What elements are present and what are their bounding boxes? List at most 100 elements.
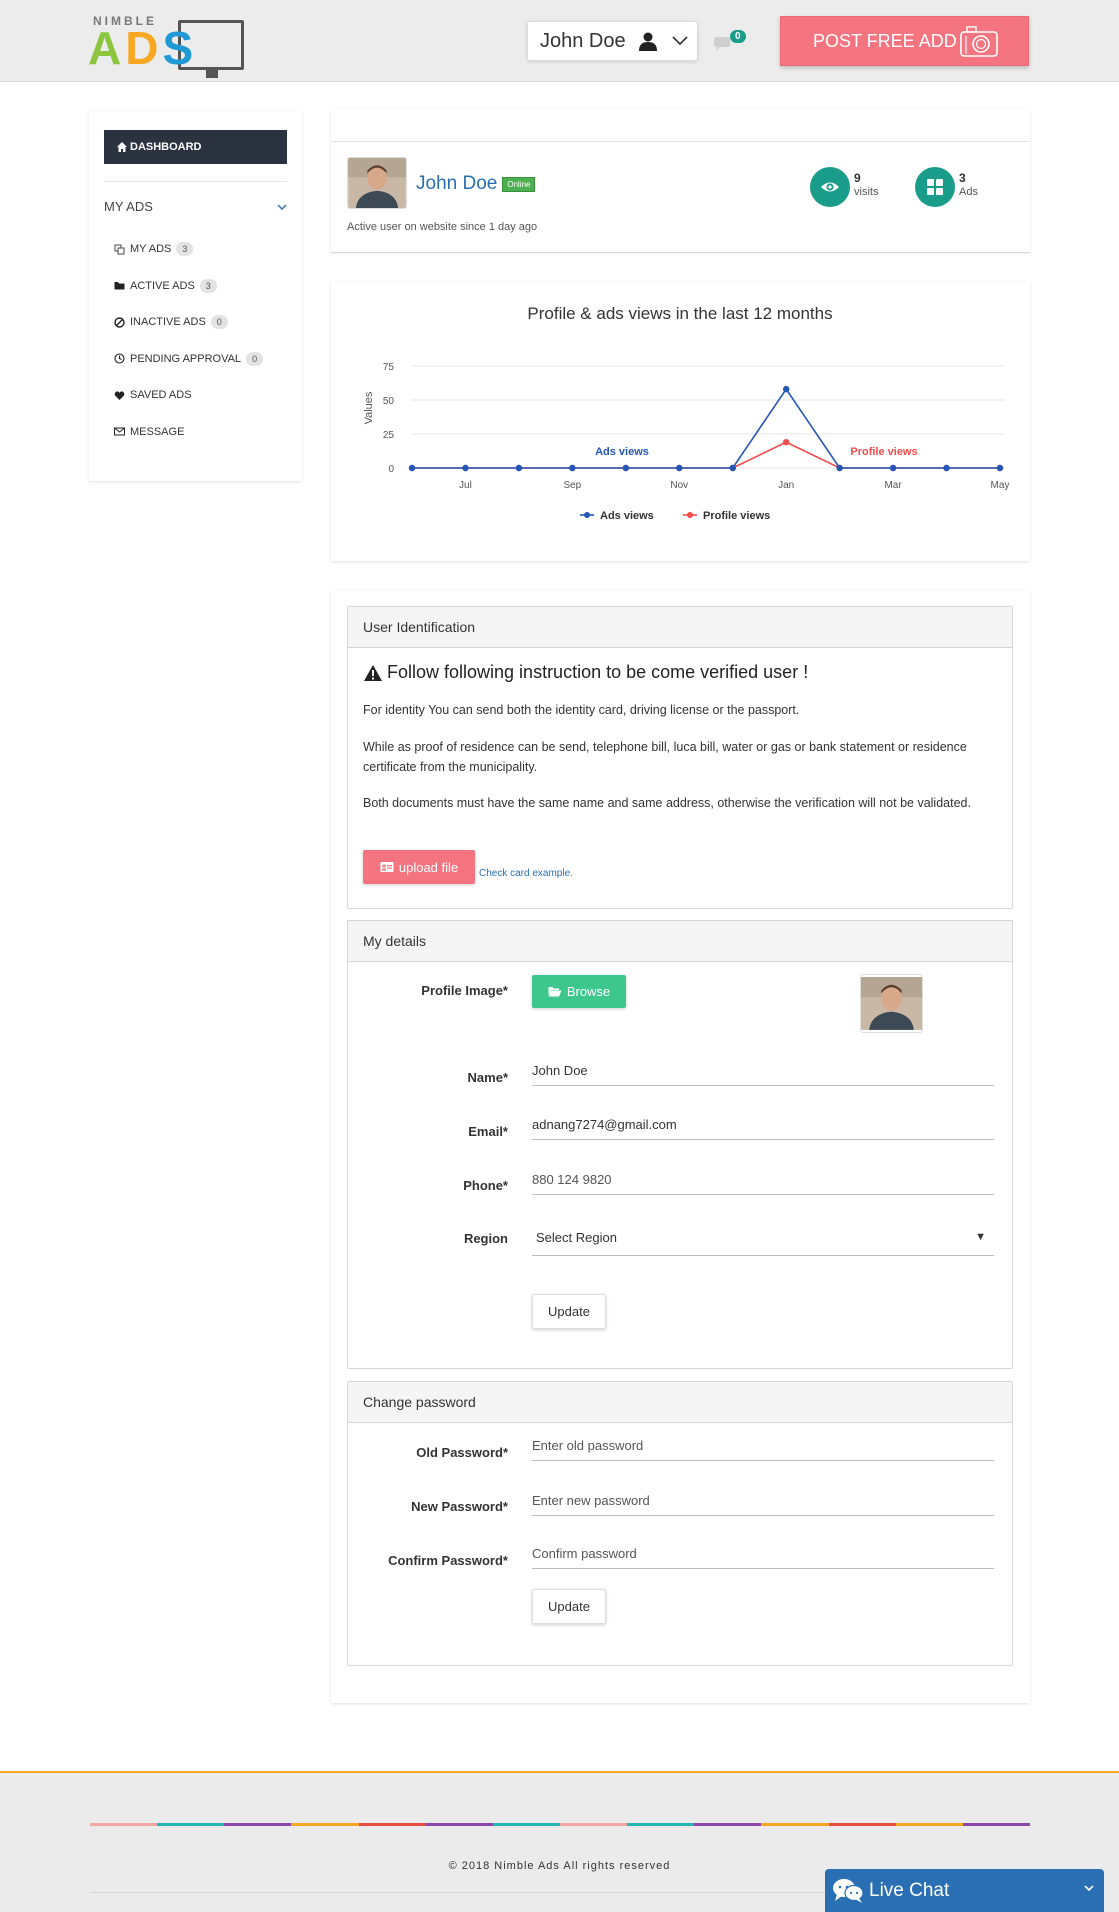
footer-stripe-segment [761, 1823, 829, 1826]
y-tick-label: 50 [383, 396, 395, 407]
chat-notifications[interactable]: 0 [708, 28, 748, 54]
data-point [782, 438, 790, 446]
update-details-button[interactable]: Update [532, 1294, 606, 1329]
ads-stat: 3 Ads [915, 167, 978, 207]
old-password-label: Old Password* [416, 1445, 508, 1460]
count-badge: 3 [176, 242, 194, 257]
sidebar-item-message[interactable]: MESSAGE [114, 414, 263, 451]
dashboard-label: DASHBOARD [130, 141, 202, 153]
forms-card: User Identification Follow following ins… [331, 590, 1030, 1703]
avatar [347, 157, 407, 209]
region-select-value: Select Region [536, 1229, 617, 1245]
post-button-label: POST FREE ADD [813, 30, 957, 51]
legend-label: Ads views [600, 510, 654, 522]
footer-stripe-segment [291, 1823, 359, 1826]
profile-divider [331, 252, 1030, 253]
footer-stripe-segment [224, 1823, 292, 1826]
footer-stripe-segment [828, 1823, 896, 1826]
y-tick-label: 0 [388, 464, 394, 475]
email-field[interactable] [532, 1110, 994, 1140]
chevron-down-icon [672, 36, 688, 46]
warning-text: Follow following instruction to be come … [387, 662, 809, 682]
sidebar-menu: MY ADS 3 ACTIVE ADS 3 INACTIVE ADS 0 PEN… [114, 231, 264, 451]
ads-label: Ads [959, 186, 978, 198]
data-point [729, 464, 736, 472]
footer-stripe-segment [358, 1823, 426, 1826]
section-title: MY ADS [104, 199, 153, 214]
chart-series [408, 385, 1004, 472]
panel-title: User Identification [348, 607, 1012, 648]
logo-main-text: ADS [88, 22, 198, 74]
x-tick-label: Jan [778, 480, 794, 491]
phone-field[interactable] [532, 1165, 994, 1195]
user-menu-button[interactable]: John Doe [527, 21, 698, 61]
visits-stat: 9 visits [810, 167, 878, 207]
data-point [622, 464, 630, 472]
x-tick-label: Jul [459, 480, 472, 491]
sidebar-item-inactive-ads[interactable]: INACTIVE ADS 0 [114, 304, 263, 341]
ads-icon [114, 244, 125, 255]
sidebar-item-dashboard[interactable]: DASHBOARD [104, 130, 287, 164]
sidebar-item-label: MESSAGE [130, 425, 185, 438]
name-field[interactable] [532, 1056, 994, 1086]
profile-image-label: Profile Image* [421, 983, 508, 998]
chevron-down-icon [277, 204, 287, 210]
dropdown-arrow-icon: ▼ [975, 1231, 986, 1243]
sidebar-item-my-ads[interactable]: MY ADS 3 [114, 231, 263, 268]
sidebar-section-my-ads[interactable]: MY ADS [104, 199, 287, 214]
live-chat-button[interactable]: Live Chat [825, 1869, 1104, 1912]
new-password-label: New Password* [411, 1499, 508, 1514]
sidebar-item-pending-approval[interactable]: PENDING APPROVAL 0 [114, 341, 264, 378]
profile-card-topbar [331, 109, 1030, 142]
y-tick-label: 25 [383, 430, 395, 441]
x-tick-label: Sep [563, 480, 581, 491]
data-point [462, 464, 469, 472]
data-point [782, 385, 790, 393]
sidebar-item-active-ads[interactable]: ACTIVE ADS 3 [114, 268, 263, 305]
data-point [943, 464, 950, 472]
data-point [569, 464, 576, 472]
sidebar-item-saved-ads[interactable]: SAVED ADS [114, 377, 263, 414]
confirm-password-field[interactable] [532, 1539, 994, 1569]
check-card-example-link[interactable]: Check card example. [479, 868, 573, 879]
post-free-ad-button[interactable]: POST FREE ADD [780, 16, 1029, 66]
chart-legend[interactable]: Ads views Profile views [580, 510, 770, 522]
user-menu-name: John Doe [540, 29, 626, 52]
id-card-icon [380, 862, 394, 872]
notification-badge: 0 [730, 30, 746, 43]
warning-heading: Follow following instruction to be come … [363, 662, 808, 683]
browse-button[interactable]: Browse [532, 975, 626, 1008]
x-tick-label: May [991, 480, 1010, 491]
update-password-button[interactable]: Update [532, 1589, 606, 1624]
series-annotation: Ads views [595, 446, 649, 458]
identification-panel: User Identification Follow following ins… [347, 606, 1013, 909]
active-since-text: Active user on website since 1 day ago [347, 221, 538, 233]
data-point [996, 464, 1004, 472]
chart-y-label: Values [363, 391, 375, 424]
region-select[interactable]: Select Region ▼ [532, 1219, 994, 1256]
user-icon [638, 32, 657, 51]
sidebar-item-label: SAVED ADS [130, 389, 192, 402]
sidebar: DASHBOARD MY ADS MY ADS 3 ACTIVE ADS 3 I… [89, 111, 302, 481]
footer-stripe-segment [90, 1823, 158, 1826]
folder-open-icon [548, 987, 562, 997]
count-badge: 0 [210, 315, 228, 330]
ads-count: 3 [959, 171, 966, 185]
site-logo[interactable]: NIMBLE ADS [88, 14, 248, 78]
old-password-field[interactable] [532, 1431, 994, 1461]
x-tick-label: Nov [670, 480, 688, 491]
count-badge: 0 [246, 351, 264, 366]
chat-icon [833, 1878, 864, 1903]
folder-icon [114, 282, 125, 290]
warning-icon [364, 664, 382, 681]
profile-name[interactable]: John Doe Online [416, 173, 536, 195]
logo-stand [206, 70, 218, 78]
footer-stripe-segment [895, 1823, 963, 1826]
views-chart-card: Profile & ads views in the last 12 month… [331, 282, 1030, 561]
sidebar-item-label: ACTIVE ADS [130, 279, 195, 292]
documents-instructions: Both documents must have the same name a… [363, 796, 971, 810]
panel-title: Change password [348, 1382, 1012, 1423]
new-password-field[interactable] [532, 1486, 994, 1516]
footer-stripe-segment [157, 1823, 225, 1826]
upload-file-button[interactable]: upload file [363, 850, 475, 884]
